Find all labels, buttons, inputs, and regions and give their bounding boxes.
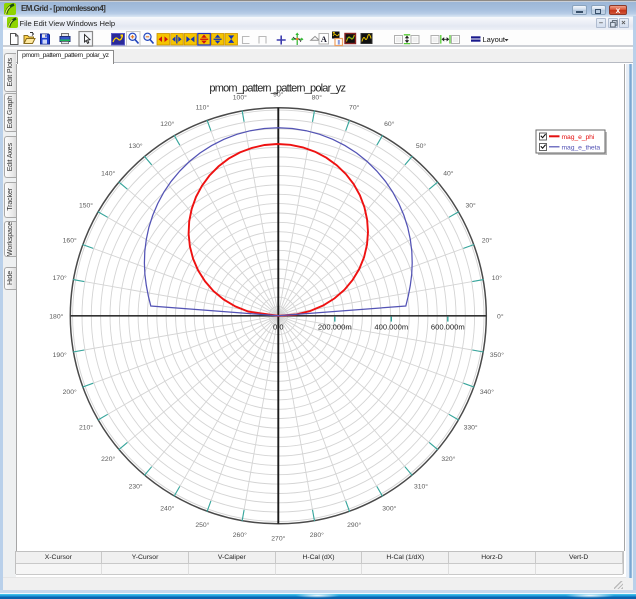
svg-text:20°: 20° [482,236,493,244]
svg-text:70°: 70° [349,104,360,112]
svg-text:0.0: 0.0 [273,322,284,331]
svg-text:340°: 340° [480,388,494,396]
svg-text:130°: 130° [129,142,143,150]
svg-text:350°: 350° [490,351,504,359]
svg-text:60°: 60° [384,120,395,128]
svg-text:pmom_pattern_pattern_polar_yz: pmom_pattern_pattern_polar_yz [209,83,345,95]
svg-text:180°: 180° [49,312,63,320]
svg-text:30°: 30° [465,201,476,209]
svg-text:200°: 200° [63,388,77,396]
svg-text:120°: 120° [160,120,174,128]
svg-text:140°: 140° [101,170,115,178]
svg-text:0°: 0° [497,312,504,320]
svg-text:320°: 320° [441,455,455,463]
svg-text:50°: 50° [416,142,427,150]
svg-text:240°: 240° [160,505,174,513]
svg-text:40°: 40° [443,170,454,178]
svg-text:290°: 290° [347,521,361,529]
svg-text:190°: 190° [53,351,67,359]
svg-text:230°: 230° [129,482,143,490]
svg-text:170°: 170° [53,274,67,282]
svg-text:300°: 300° [382,505,396,513]
svg-text:150°: 150° [79,201,93,209]
svg-text:600.000m: 600.000m [431,322,465,331]
svg-text:310°: 310° [414,482,428,490]
svg-text:260°: 260° [233,531,247,539]
svg-text:220°: 220° [101,455,115,463]
svg-text:280°: 280° [310,531,324,539]
svg-text:10°: 10° [492,274,503,282]
svg-text:110°: 110° [196,104,210,112]
svg-text:210°: 210° [79,423,93,431]
svg-text:250°: 250° [195,521,209,529]
svg-text:330°: 330° [464,423,478,431]
svg-text:80°: 80° [312,94,323,102]
svg-text:160°: 160° [63,236,77,244]
svg-text:270°: 270° [271,534,285,542]
svg-text:mag_e_theta: mag_e_theta [562,144,601,151]
svg-text:400.000m: 400.000m [374,322,408,331]
svg-text:100°: 100° [233,94,247,102]
svg-text:mag_e_phi: mag_e_phi [562,134,595,141]
svg-text:200.000m: 200.000m [318,322,352,331]
